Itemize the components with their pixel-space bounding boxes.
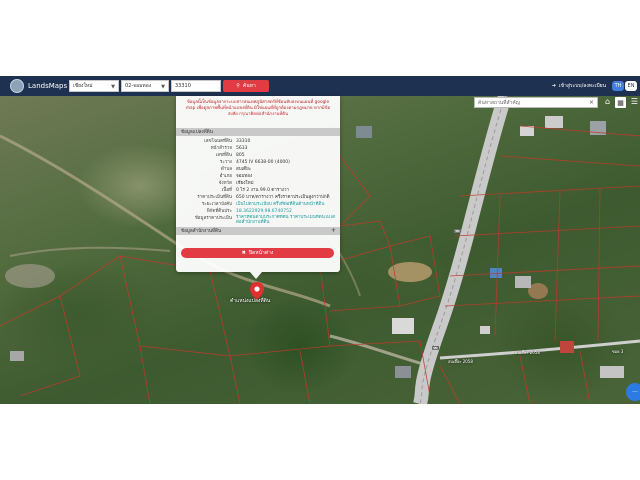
info-row: เลขโฉนดที่ดิน 33310 <box>176 138 340 145</box>
dirt-path <box>9 246 171 257</box>
close-button-label: ปิดหน้าต่าง <box>248 250 274 256</box>
building <box>392 318 414 334</box>
top-navbar: LandsMaps เชียงใหม่ ▼ 02-จอมทอง ▼ 33310 … <box>0 76 640 96</box>
info-label: ระยะเวลาบังคับ <box>201 202 232 207</box>
street-label: สบเตี๊ยะ 2058 <box>448 359 473 364</box>
soil-patch <box>5 264 55 288</box>
info-label: เลขที่ดิน <box>215 153 232 158</box>
more-options-button[interactable]: ··· <box>626 383 640 401</box>
info-label: ราคาประเมินที่ดิน <box>197 195 232 200</box>
login-icon: ➜ <box>551 83 556 89</box>
info-value[interactable]: ราคาที่ดินตามประกาศที่ดิน ราคาประเมินที่… <box>236 215 340 225</box>
place-search-placeholder: ค้นหาสถานที่สำคัญ <box>478 99 520 106</box>
parcel-info-popup: ข้อมูลนี้เป็นข้อมูลจากระบบสารสนเทศภูมิศา… <box>176 96 340 272</box>
building <box>480 326 490 334</box>
clear-icon[interactable]: × <box>589 99 594 106</box>
info-row: หน้าสำรวจ 5633 <box>176 145 340 152</box>
info-label: หน้าสำรวจ <box>210 146 232 151</box>
info-value: 4745 IV 6638-00 (4000) <box>236 160 290 165</box>
info-row: ระยะเวลาบังคับ เป็นไปตามระเบียบ ครึ่งที่ต… <box>176 201 340 208</box>
street-label: ซอย 3 <box>612 349 624 354</box>
info-row: ราคาประเมินที่ดิน 650 บาท/ตารางวา ครึ่งรา… <box>176 194 340 201</box>
info-value: 0 ไร่ 2 งาน 99.0 ตารางวา <box>236 188 290 193</box>
close-popup-button[interactable]: ✖ ปิดหน้าต่าง <box>181 248 334 258</box>
district-select-value: 02-จอมทอง <box>125 83 152 89</box>
info-value: 805 <box>236 153 245 158</box>
building <box>356 126 372 138</box>
building <box>395 366 411 378</box>
info-row: จังหวัด เชียงใหม่ <box>176 180 340 187</box>
info-value: 5633 <box>236 146 248 151</box>
building <box>560 341 574 353</box>
highway-shield: 108 <box>432 346 439 350</box>
office-info-section-title: ข้อมูลสำนักงานที่ดิน <box>181 228 222 234</box>
info-row: อำเภอ จอมทอง <box>176 173 340 180</box>
info-value: สบเตี๊ยะ <box>236 167 252 172</box>
highway-shield: 108 <box>454 229 461 233</box>
info-value: เชียงใหม่ <box>236 181 254 186</box>
login-link[interactable]: ➜ เข้าสู่ระบบ/ลงทะเบียน <box>552 82 606 90</box>
info-label: พิกัดที่ดินประ <box>206 209 232 214</box>
info-row: พิกัดที่ดินประ 18.3622929,98.6740752 <box>176 208 340 215</box>
info-row: ตำบล สบเตี๊ยะ <box>176 166 340 173</box>
building <box>600 366 624 378</box>
lang-th-button[interactable]: TH <box>612 81 624 91</box>
info-label: จังหวัด <box>218 181 232 186</box>
grid-icon[interactable]: ▦ <box>615 97 626 108</box>
close-icon: ✖ <box>241 250 246 256</box>
street-label: สบเตี๊ยะ 2058 <box>515 350 540 355</box>
land-info-section-header[interactable]: ข้อมูลแปลงที่ดิน <box>176 128 340 136</box>
landsmaps-logo-icon <box>10 79 24 93</box>
info-label: ข้อมูลราคาประเมิน <box>194 216 232 221</box>
search-button[interactable]: ⚲ ค้นหา <box>223 80 269 92</box>
land-info-rows: เลขโฉนดที่ดิน 33310 หน้าสำรวจ 5633 เลขที่ด… <box>176 136 340 225</box>
info-value: 650 บาท/ตารางวา ครึ่งราคาประเมินสูงกว่าป… <box>236 195 330 200</box>
home-icon[interactable]: ⌂ <box>602 96 613 107</box>
building <box>515 276 531 288</box>
building <box>545 116 563 128</box>
chevron-down-icon: ▼ <box>161 84 165 90</box>
land-info-section-title: ข้อมูลแปลงที่ดิน <box>181 129 213 135</box>
info-row: เลขที่ดิน 805 <box>176 152 340 159</box>
info-label: เนื้อที่ <box>221 188 232 193</box>
lang-en-button[interactable]: EN <box>625 81 637 91</box>
info-value: 33310 <box>236 139 251 144</box>
side-street <box>439 339 640 360</box>
building <box>520 126 534 136</box>
info-row: ระวาง 4745 IV 6638-00 (4000) <box>176 159 340 166</box>
info-label: เลขโฉนดที่ดิน <box>204 139 232 144</box>
building <box>10 351 24 361</box>
layers-icon[interactable]: ☰ <box>629 96 640 107</box>
app-root: LandsMaps เชียงใหม่ ▼ 02-จอมทอง ▼ 33310 … <box>0 0 640 480</box>
chevron-down-icon: ▼ <box>111 84 115 90</box>
province-select-value: เชียงใหม่ <box>73 83 93 89</box>
info-row: ข้อมูลราคาประเมิน ราคาที่ดินตามประกาศที่ด… <box>176 215 340 225</box>
info-label: ระวาง <box>219 160 232 165</box>
brand-name: LandsMaps <box>28 82 68 90</box>
info-label: อำเภอ <box>219 174 232 179</box>
coordinates-link[interactable]: 18.3622929,98.6740752 <box>236 208 340 215</box>
office-info-section-header[interactable]: ข้อมูลสำนักงานที่ดิน + <box>176 227 340 235</box>
popup-pointer <box>250 272 262 279</box>
parcel-number-input[interactable]: 33310 <box>171 80 221 92</box>
login-label: เข้าสู่ระบบ/ลงทะเบียน <box>558 83 606 89</box>
info-label: ตำบล <box>220 167 232 172</box>
dirt-path <box>329 334 431 368</box>
district-select[interactable]: 02-จอมทอง ▼ <box>121 80 169 92</box>
search-button-label: ค้นหา <box>242 83 256 89</box>
info-row: เนื้อที่ 0 ไร่ 2 งาน 99.0 ตารางวา <box>176 187 340 194</box>
place-search-input[interactable]: ค้นหาสถานที่สำคัญ × <box>474 97 598 108</box>
info-value[interactable]: เป็นไปตามระเบียบ ครึ่งที่ต่อที่ดินด้านหน… <box>236 201 340 208</box>
search-icon: ⚲ <box>236 83 240 89</box>
marker-label: ตำแหน่งแปลงที่ดิน <box>230 298 271 304</box>
disclaimer-text: ข้อมูลนี้เป็นข้อมูลจากระบบสารสนเทศภูมิศา… <box>185 100 331 118</box>
expand-plus-icon: + <box>330 227 336 234</box>
province-select[interactable]: เชียงใหม่ ▼ <box>69 80 119 92</box>
info-value: จอมทอง <box>236 174 253 179</box>
